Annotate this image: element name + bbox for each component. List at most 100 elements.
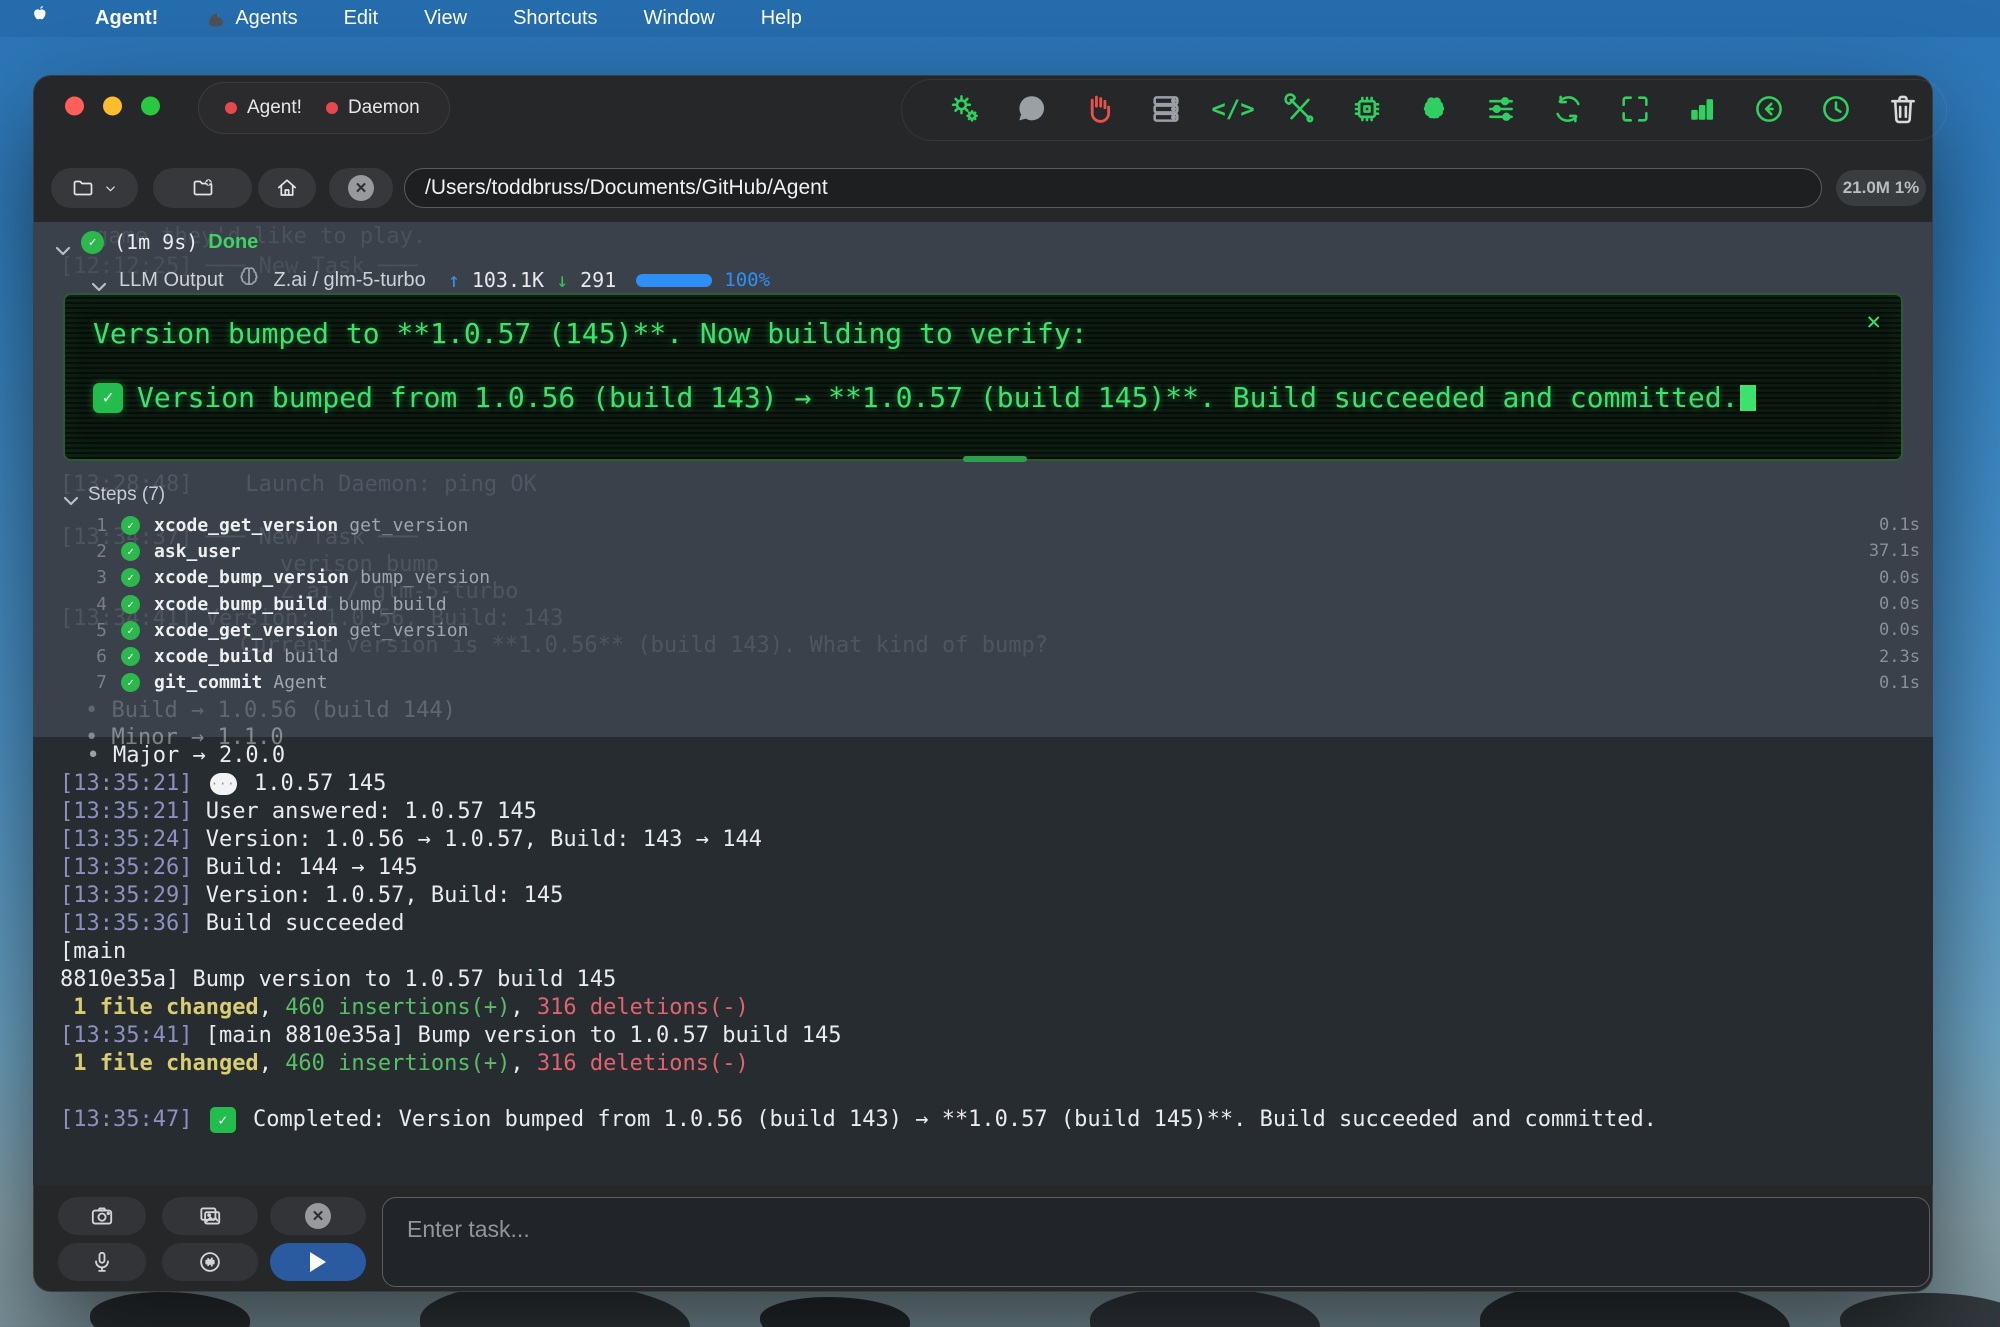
code-icon[interactable]: </> xyxy=(1216,92,1250,126)
step-action-name: Agent xyxy=(273,672,327,693)
path-field[interactable]: /Users/toddbruss/Documents/GitHub/Agent xyxy=(404,168,1822,208)
step-number: 2 xyxy=(63,541,107,562)
tokens-in: 103.1K xyxy=(472,268,544,292)
brain-icon[interactable] xyxy=(1417,92,1451,126)
step-tool-name: xcode_bump_version xyxy=(154,567,349,588)
step-check-icon: ✓ xyxy=(121,516,140,535)
home-button[interactable] xyxy=(258,168,316,208)
log-segment: Build: 144 → 145 xyxy=(192,854,417,882)
menu-bar: Agent! Agents Edit View Shortcuts Window… xyxy=(0,0,2000,37)
chevron-down-icon xyxy=(103,181,118,196)
log-segment: [13:35:47] xyxy=(60,1106,192,1134)
task-input[interactable] xyxy=(383,1198,1929,1286)
task-input-box[interactable] xyxy=(382,1197,1930,1287)
check-badge-icon: ✓ xyxy=(93,383,123,413)
toolbar: </> xyxy=(948,75,1920,143)
folder-plus-icon xyxy=(191,176,215,200)
server-icon[interactable] xyxy=(1149,92,1183,126)
step-check-icon: ✓ xyxy=(121,568,140,587)
terminal-cursor xyxy=(1740,385,1756,411)
path-text: /Users/toddbruss/Documents/GitHub/Agent xyxy=(425,176,828,200)
folder-open-button[interactable] xyxy=(51,168,138,208)
log-segment: [13:35:24] xyxy=(60,826,192,854)
pathbar: ✕ /Users/toddbruss/Documents/GitHub/Agen… xyxy=(33,168,1933,208)
composer-clear-button[interactable]: ✕ xyxy=(270,1197,366,1235)
step-row[interactable]: 2✓ask_user37.1s xyxy=(63,538,1920,564)
tab-agent[interactable]: Agent! xyxy=(247,97,302,119)
step-row[interactable]: 5✓xcode_get_versionget_version0.0s xyxy=(63,617,1920,643)
sliders-icon[interactable] xyxy=(1484,92,1518,126)
refresh-icon[interactable] xyxy=(1551,92,1585,126)
bar-chart-icon[interactable] xyxy=(1685,92,1719,126)
menu-app-name[interactable]: Agent! xyxy=(95,7,158,30)
terminal-line-1: Version bumped to **1.0.57 (145)**. Now … xyxy=(93,317,1088,350)
close-window-button[interactable] xyxy=(65,97,84,116)
log-line: [13:35:26] Build: 144 → 145 xyxy=(60,854,1920,882)
log-line: 1 file changed, 460 insertions(+), 316 d… xyxy=(60,1050,1920,1078)
chevron-down-icon[interactable] xyxy=(55,237,71,247)
run-task-button[interactable] xyxy=(270,1243,366,1281)
step-duration: 0.0s xyxy=(1879,594,1920,614)
log-segment: Build succeeded xyxy=(192,910,404,938)
voice-mode-button[interactable] xyxy=(162,1243,258,1281)
log-segment: , xyxy=(259,994,286,1022)
terminal-close-button[interactable]: ✕ xyxy=(1867,307,1881,335)
chevron-down-icon[interactable] xyxy=(91,275,107,285)
menu-item-help[interactable]: Help xyxy=(761,7,802,30)
log-segment: Completed: Version bumped from 1.0.56 (b… xyxy=(240,1106,1657,1134)
chevron-down-icon[interactable] xyxy=(63,490,79,500)
step-row[interactable]: 1✓xcode_get_versionget_version0.1s xyxy=(63,512,1920,538)
agent-window: Agent! Daemon </> xyxy=(33,75,1933,1292)
path-clear-button[interactable]: ✕ xyxy=(329,168,393,208)
step-number: 6 xyxy=(63,646,107,667)
apple-menu[interactable] xyxy=(30,4,49,33)
step-action-name: build xyxy=(284,646,338,667)
screenshot-button[interactable] xyxy=(58,1197,146,1235)
step-duration: 0.1s xyxy=(1879,673,1920,693)
steps-header[interactable]: Steps (7) xyxy=(63,484,165,506)
tab-daemon[interactable]: Daemon xyxy=(348,97,420,119)
rock xyxy=(760,1297,910,1327)
x-circle-icon: ✕ xyxy=(348,175,374,201)
step-tool-name: xcode_get_version xyxy=(154,515,338,536)
photos-button[interactable] xyxy=(162,1197,258,1235)
step-action-name: bump_version xyxy=(360,567,490,588)
check-circle-icon: ✓ xyxy=(81,231,104,254)
log-segment xyxy=(60,1050,73,1078)
menu-item-shortcuts[interactable]: Shortcuts xyxy=(513,7,597,30)
tools-icon[interactable] xyxy=(1283,92,1317,126)
memory-badge: 21.0M 1% xyxy=(1836,170,1926,206)
log-line: [13:35:21] User answered: 1.0.57 145 xyxy=(60,798,1920,826)
expand-icon[interactable] xyxy=(1618,92,1652,126)
apple-icon xyxy=(30,4,49,27)
terminal-scrollbar-handle[interactable] xyxy=(963,456,1027,462)
log-segment: 460 insertions(+) xyxy=(285,1050,510,1078)
chip-icon[interactable] xyxy=(1350,92,1384,126)
folder-new-button[interactable] xyxy=(153,168,252,208)
minimize-window-button[interactable] xyxy=(103,97,122,116)
microphone-button[interactable] xyxy=(58,1243,146,1281)
step-row[interactable]: 7✓git_commitAgent0.1s xyxy=(63,670,1920,696)
history-icon[interactable] xyxy=(1819,92,1853,126)
menu-item-view[interactable]: View xyxy=(424,7,467,30)
step-row[interactable]: 4✓xcode_bump_buildbump_build0.0s xyxy=(63,591,1920,617)
gears-icon[interactable] xyxy=(948,92,982,126)
menu-item-window[interactable]: Window xyxy=(644,7,715,30)
ghost-line: • Build → 1.0.56 (build 144) xyxy=(85,698,456,723)
step-row[interactable]: 6✓xcode_buildbuild2.3s xyxy=(63,643,1920,669)
x-circle-icon: ✕ xyxy=(305,1203,331,1229)
llm-output-row[interactable]: LLM Output Z.ai / glm-5-turbo ↑ 103.1K ↓… xyxy=(91,264,770,296)
zoom-window-button[interactable] xyxy=(141,97,160,116)
session-status-row[interactable]: ✓ (1m 9s) Done xyxy=(55,230,258,254)
step-check-icon: ✓ xyxy=(121,595,140,614)
session-status: Done xyxy=(208,231,258,254)
stop-hand-icon[interactable] xyxy=(1082,92,1116,126)
undo-icon[interactable] xyxy=(1752,92,1786,126)
context-progress-percent: 100% xyxy=(724,269,770,291)
step-action-name: get_version xyxy=(349,515,468,536)
step-row[interactable]: 3✓xcode_bump_versionbump_version0.0s xyxy=(63,565,1920,591)
trash-icon[interactable] xyxy=(1886,92,1920,126)
menu-item-edit[interactable]: Edit xyxy=(344,7,378,30)
menu-item-agents[interactable]: Agents xyxy=(204,7,297,31)
chat-bubble-icon[interactable] xyxy=(1015,92,1049,126)
